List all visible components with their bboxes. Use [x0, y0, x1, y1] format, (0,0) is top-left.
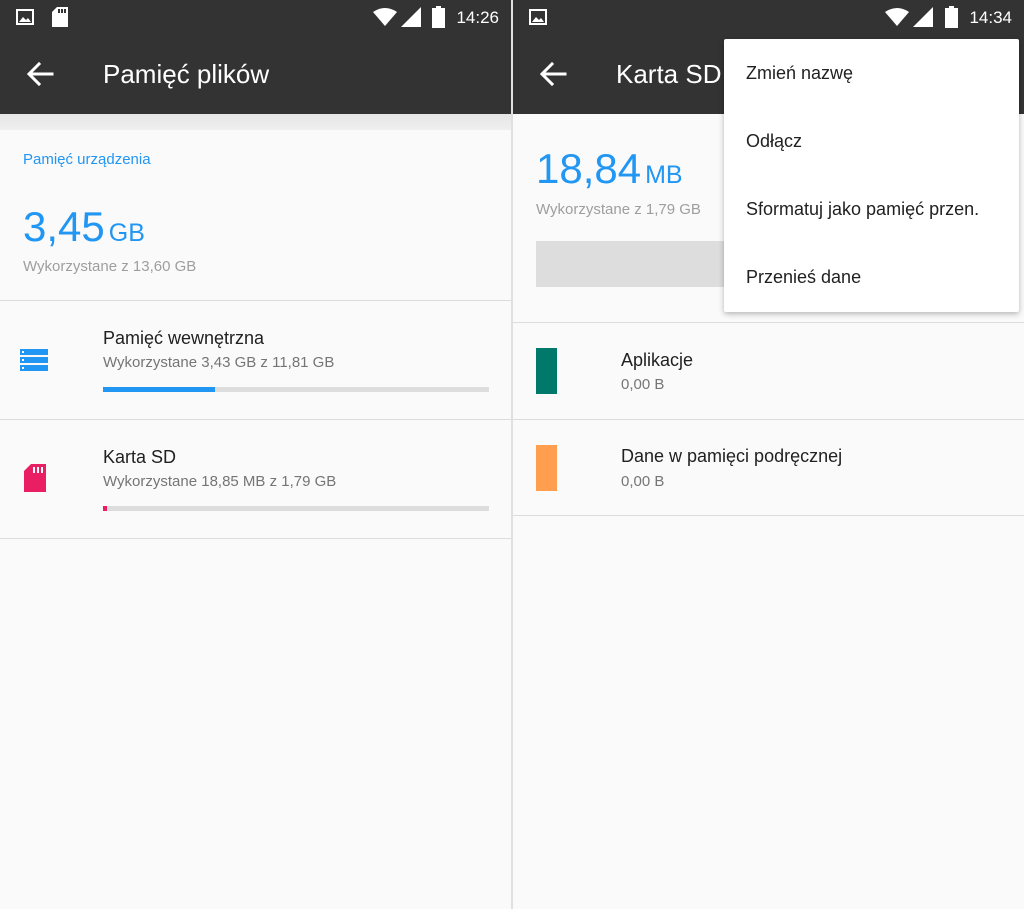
cell-signal-icon	[913, 7, 933, 27]
device-used-unit: GB	[108, 219, 145, 247]
category-size: 0,00 B	[621, 376, 665, 393]
volume-summary: Wykorzystane 3,43 GB z 11,81 GB	[103, 354, 335, 371]
arrow-back-icon[interactable]	[26, 60, 54, 88]
sd-card-icon	[52, 7, 68, 27]
battery-icon	[432, 6, 445, 28]
header-shadow	[0, 114, 511, 130]
sd-card-icon	[24, 464, 46, 492]
sd-used-size: 18,84 MB	[536, 145, 683, 193]
storage-icon	[20, 349, 48, 371]
page-title: Karta SD	[616, 59, 722, 89]
volume-name: Pamięć wewnętrzna	[103, 328, 265, 348]
status-time: 14:26	[456, 8, 499, 27]
category-color-swatch	[536, 348, 557, 394]
volume-usage-fill	[103, 387, 215, 392]
storage-settings-screen: 14:26 Pamięć plików Pamięć urządzenia 3,…	[0, 0, 511, 909]
sd-used-value: 18,84	[536, 145, 642, 192]
page-title: Pamięć plików	[103, 59, 270, 89]
wifi-icon	[885, 8, 909, 26]
volume-usage-bar	[103, 387, 489, 392]
status-time: 14:34	[969, 8, 1012, 27]
category-size: 0,00 B	[621, 473, 665, 490]
device-storage-label: Pamięć urządzenia	[23, 151, 151, 168]
volume-item-sd-card[interactable]: Karta SD Wykorzystane 18,85 MB z 1,79 GB	[0, 420, 511, 538]
wifi-icon	[373, 8, 397, 26]
app-bar: Pamięć plików	[0, 34, 511, 114]
sd-used-unit: MB	[645, 161, 683, 189]
sd-used-of-total: Wykorzystane z 1,79 GB	[536, 201, 701, 218]
volume-usage-fill	[103, 506, 107, 511]
device-used-size: 3,45 GB	[23, 203, 145, 251]
volume-name: Karta SD	[103, 447, 177, 467]
menu-item-label: Odłącz	[746, 131, 803, 151]
battery-icon	[945, 6, 958, 28]
image-icon	[529, 9, 547, 25]
volume-usage-bar	[103, 506, 489, 511]
category-name: Aplikacje	[621, 350, 694, 370]
device-used-of-total: Wykorzystane z 13,60 GB	[23, 258, 197, 275]
image-icon	[16, 9, 34, 25]
category-name: Dane w pamięci podręcznej	[621, 446, 843, 466]
overflow-menu: Zmień nazwę Odłącz Sformatuj jako pamięć…	[724, 39, 1019, 312]
category-item-apps[interactable]: Aplikacje 0,00 B	[513, 323, 1024, 419]
menu-item-unmount[interactable]: Odłącz	[724, 107, 1019, 175]
menu-item-label: Zmień nazwę	[746, 63, 854, 83]
sd-card-screen: 14:34 Karta SD 18,84 MB Wykorzystane z 1,…	[513, 0, 1024, 909]
divider	[513, 515, 1024, 516]
volume-summary: Wykorzystane 18,85 MB z 1,79 GB	[103, 473, 337, 490]
menu-item-label: Przenieś dane	[746, 267, 862, 287]
arrow-back-icon[interactable]	[539, 60, 567, 88]
category-item-cache[interactable]: Dane w pamięci podręcznej 0,00 B	[513, 420, 1024, 516]
divider	[0, 538, 511, 539]
menu-item-format-portable[interactable]: Sformatuj jako pamięć przen.	[724, 175, 1019, 243]
device-used-value: 3,45	[23, 203, 105, 250]
menu-item-label: Sformatuj jako pamięć przen.	[746, 199, 980, 219]
menu-item-rename[interactable]: Zmień nazwę	[724, 39, 1019, 107]
status-bar: 14:26	[0, 0, 511, 34]
cell-signal-icon	[401, 7, 421, 27]
status-bar: 14:34	[513, 0, 1024, 34]
volume-item-internal[interactable]: Pamięć wewnętrzna Wykorzystane 3,43 GB z…	[0, 301, 511, 419]
category-color-swatch	[536, 445, 557, 491]
menu-item-migrate-data[interactable]: Przenieś dane	[724, 243, 1019, 311]
